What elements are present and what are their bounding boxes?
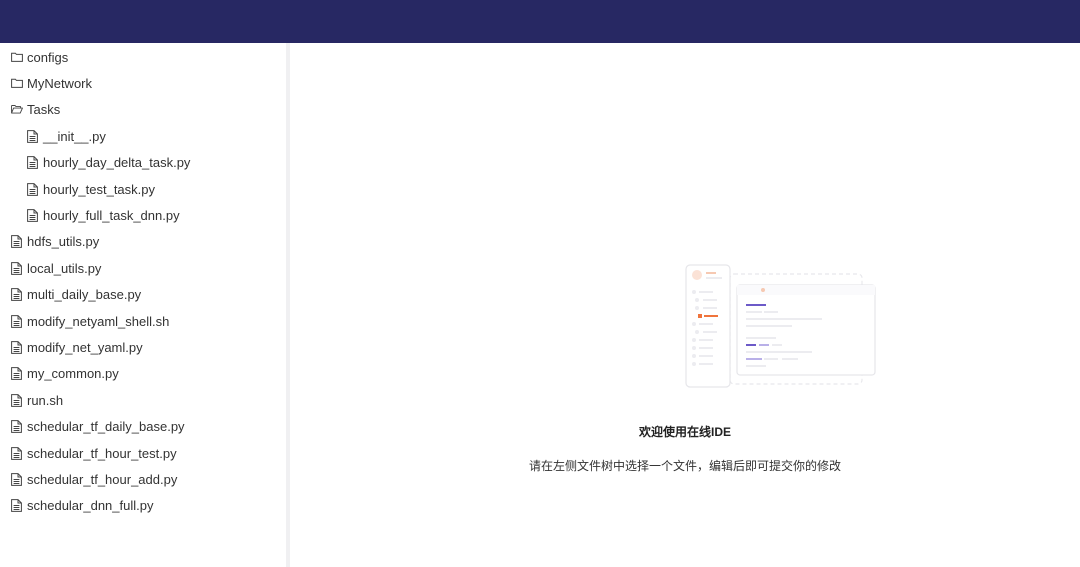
file-tree-item[interactable]: __init__.py — [0, 123, 286, 149]
file-tree-item[interactable]: run.sh — [0, 387, 286, 413]
file-icon — [11, 499, 23, 513]
file-tree-item[interactable]: local_utils.py — [0, 255, 286, 281]
tree-item-label: multi_daily_base.py — [27, 287, 142, 303]
file-icon — [11, 473, 23, 486]
file-tree-item[interactable]: hourly_test_task.py — [0, 176, 286, 202]
tree-item-label: run.sh — [27, 392, 64, 408]
file-icon — [27, 129, 39, 143]
editor-area: 欢迎使用在线IDE 请在左侧文件树中选择一个文件，编辑后即可提交你的修改 — [290, 43, 1080, 567]
file-tree-item[interactable]: modify_net_yaml.py — [0, 334, 286, 360]
file-icon — [27, 156, 39, 170]
file-icon — [11, 393, 23, 407]
file-tree-item[interactable]: schedular_tf_daily_base.py — [0, 413, 286, 439]
tree-item-label: Tasks — [27, 102, 61, 118]
file-tree-item[interactable]: hourly_day_delta_task.py — [0, 150, 286, 176]
tree-item-label: __init__.py — [43, 128, 106, 144]
file-tree-item[interactable]: my_common.py — [0, 361, 286, 387]
file-icon — [27, 182, 39, 196]
file-tree-item[interactable]: hourly_full_task_dnn.py — [0, 202, 286, 228]
tree-item-label: hourly_day_delta_task.py — [43, 155, 191, 171]
tree-item-label: hourly_test_task.py — [43, 181, 156, 197]
folder-icon — [11, 51, 23, 64]
empty-editor-illustration — [685, 264, 876, 388]
folder-icon — [11, 77, 23, 90]
file-tree-item[interactable]: schedular_dnn_full.py — [0, 493, 286, 519]
file-tree-item[interactable]: multi_daily_base.py — [0, 282, 286, 308]
tree-item-label: schedular_tf_hour_add.py — [27, 471, 178, 487]
folder-tree-item[interactable]: Tasks — [0, 97, 286, 123]
file-icon — [11, 235, 23, 249]
tree-item-label: modify_netyaml_shell.sh — [27, 313, 170, 329]
folder-tree-item[interactable]: MyNetwork — [0, 70, 286, 96]
file-tree-item[interactable]: schedular_tf_hour_add.py — [0, 466, 286, 492]
file-icon — [11, 261, 23, 275]
tree-item-label: schedular_tf_hour_test.py — [27, 445, 177, 461]
tree-item-label: configs — [27, 49, 69, 65]
file-icon — [11, 341, 23, 354]
file-icon — [27, 209, 39, 222]
file-tree: configs MyNetwork Tasks __init__.py hourly_d… — [0, 43, 286, 519]
tree-item-label: local_utils.py — [27, 260, 102, 276]
tree-item-label: hourly_full_task_dnn.py — [43, 208, 180, 224]
tree-item-label: hdfs_utils.py — [27, 234, 100, 250]
file-icon — [11, 420, 23, 434]
folder-open-icon — [11, 103, 23, 116]
file-tree-item[interactable]: modify_netyaml_shell.sh — [0, 308, 286, 334]
file-icon — [11, 314, 23, 328]
file-icon — [11, 367, 23, 381]
tree-item-label: MyNetwork — [27, 76, 93, 92]
folder-tree-item[interactable]: configs — [0, 44, 286, 70]
tree-item-label: modify_net_yaml.py — [27, 339, 143, 355]
file-tree-sidebar: configs MyNetwork Tasks __init__.py hourly_d… — [0, 43, 286, 567]
tree-item-label: schedular_dnn_full.py — [27, 498, 154, 514]
tree-item-label: schedular_tf_daily_base.py — [27, 419, 185, 435]
welcome-subtitle: 请在左侧文件树中选择一个文件，编辑后即可提交你的修改 — [528, 459, 841, 473]
file-tree-item[interactable]: schedular_tf_hour_test.py — [0, 440, 286, 466]
top-header-bar — [0, 0, 1080, 43]
file-icon — [11, 288, 23, 302]
welcome-title: 欢迎使用在线IDE — [638, 425, 731, 439]
file-icon — [11, 446, 23, 460]
tree-item-label: my_common.py — [27, 366, 119, 382]
file-tree-item[interactable]: hdfs_utils.py — [0, 229, 286, 255]
